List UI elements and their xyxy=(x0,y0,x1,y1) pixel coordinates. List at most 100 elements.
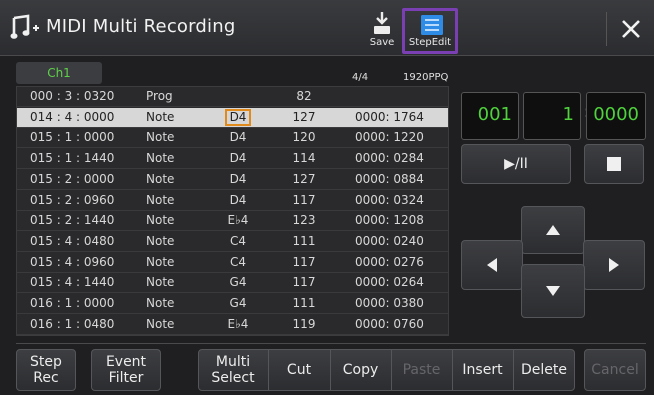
save-icon xyxy=(374,12,390,34)
resolution-label: 1920PPQ xyxy=(403,72,449,83)
delete-button[interactable]: Delete xyxy=(513,349,575,391)
event-type: Note xyxy=(146,192,175,207)
event-row[interactable]: 015 : 2 : 0000 Note D4 127 0000: 0884 xyxy=(17,170,448,190)
event-type: Note xyxy=(146,316,175,331)
event-time: 016 : 1 : 0480 xyxy=(30,316,115,331)
event-list[interactable]: 000 : 3 : 0320 Prog 82 014 : 4 : 0000 Note D4… xyxy=(16,86,449,336)
event-type: Note xyxy=(146,130,175,145)
event-note: G4 xyxy=(229,275,247,290)
event-note: D4 xyxy=(229,151,247,166)
arrow-right-icon xyxy=(609,258,619,272)
music-note-icon xyxy=(10,14,39,39)
stop-icon xyxy=(607,157,621,171)
event-row[interactable]: 000 : 3 : 0320 Prog 82 xyxy=(17,87,448,107)
event-type: Note xyxy=(146,275,175,290)
arrow-left-icon xyxy=(487,258,497,272)
clock-field[interactable]: 0000 xyxy=(586,92,646,140)
event-length: 0000: 0380 xyxy=(355,296,424,310)
page-title: MIDI Multi Recording xyxy=(46,16,236,37)
stepedit-button[interactable]: StepEdit xyxy=(402,8,458,54)
event-value: 127 xyxy=(292,171,316,186)
event-time: 015 : 4 : 1440 xyxy=(30,275,115,290)
event-row[interactable]: 015 : 2 : 1440 Note E♭4 123 0000: 1208 xyxy=(17,211,448,232)
event-type: Note xyxy=(146,296,175,310)
time-signature: 4/4 xyxy=(352,72,369,83)
beat-field[interactable]: 1 xyxy=(523,92,581,140)
event-length: 0000: 0284 xyxy=(355,151,424,166)
measure-field[interactable]: 001 xyxy=(461,92,519,140)
event-note: G4 xyxy=(229,296,247,310)
event-note: E♭4 xyxy=(227,316,249,331)
event-value: 127 xyxy=(292,109,316,124)
arrow-up-icon xyxy=(546,225,560,235)
event-value: 82 xyxy=(296,89,312,103)
event-time: 015 : 4 : 0480 xyxy=(30,233,115,248)
event-note: D4 xyxy=(229,192,247,207)
event-time: 015 : 1 : 1440 xyxy=(30,151,115,166)
save-label: Save xyxy=(369,37,395,48)
cut-button[interactable]: Cut xyxy=(268,349,330,391)
event-length: 0000: 1764 xyxy=(355,109,424,124)
event-length: 0000: 0240 xyxy=(355,233,424,248)
play-pause-button[interactable]: ▶/II xyxy=(461,144,571,184)
insert-button[interactable]: Insert xyxy=(452,349,513,391)
event-type: Note xyxy=(146,151,175,166)
event-note: E♭4 xyxy=(227,213,249,228)
event-row[interactable]: 016 : 1 : 0000 Note G4 111 0000: 0380 xyxy=(17,294,448,314)
event-value: 120 xyxy=(292,130,316,145)
cursor-left-button[interactable] xyxy=(461,240,523,290)
event-row[interactable]: 015 : 4 : 1440 Note G4 117 0000: 0264 xyxy=(17,273,448,294)
event-note: C4 xyxy=(229,254,246,269)
event-type: Note xyxy=(146,233,175,248)
event-time: 014 : 4 : 0000 xyxy=(30,109,115,124)
cursor-right-button[interactable] xyxy=(583,240,645,290)
multi-select-button[interactable]: Multi Select xyxy=(198,349,268,391)
arrow-down-icon xyxy=(546,286,560,296)
paste-button[interactable]: Paste xyxy=(391,349,452,391)
event-value: 114 xyxy=(292,151,316,166)
event-filter-label: Event Filter xyxy=(105,354,147,386)
event-length: 0000: 1220 xyxy=(355,130,424,145)
cursor-up-button[interactable] xyxy=(521,206,585,254)
event-row[interactable]: 015 : 1 : 1440 Note D4 114 0000: 0284 xyxy=(17,149,448,170)
stepedit-icon xyxy=(421,15,443,35)
event-row[interactable]: 014 : 4 : 0000 Note D4 127 0000: 1764 xyxy=(17,107,448,128)
copy-button[interactable]: Copy xyxy=(330,349,391,391)
event-type: Note xyxy=(146,213,175,228)
event-row[interactable]: 015 : 4 : 0480 Note C4 111 0000: 0240 xyxy=(17,232,448,252)
tab-ch1[interactable]: Ch1 xyxy=(16,62,102,84)
event-time: 015 : 1 : 0000 xyxy=(30,130,115,145)
event-row[interactable]: 015 : 2 : 0960 Note D4 117 0000: 0324 xyxy=(17,191,448,211)
title-divider xyxy=(606,12,607,46)
stop-button[interactable] xyxy=(584,144,644,184)
event-value: 117 xyxy=(292,275,316,290)
event-time: 016 : 1 : 0000 xyxy=(30,296,115,310)
event-row[interactable]: 016 : 1 : 0480 Note E♭4 119 0000: 0760 xyxy=(17,315,448,335)
event-time: 015 : 2 : 1440 xyxy=(30,213,115,228)
event-row[interactable]: 015 : 4 : 0960 Note C4 117 0000: 0276 xyxy=(17,253,448,273)
close-icon[interactable] xyxy=(614,12,648,46)
event-length: 0000: 0884 xyxy=(355,171,424,186)
event-value: 111 xyxy=(292,296,316,310)
event-time: 015 : 2 : 0960 xyxy=(30,192,115,207)
event-length: 0000: 0276 xyxy=(355,254,424,269)
step-rec-label: Step Rec xyxy=(30,354,62,386)
cursor-down-button[interactable] xyxy=(521,264,585,318)
event-note: D4 xyxy=(229,130,247,145)
event-type: Prog xyxy=(146,89,173,103)
play-pause-label: ▶/II xyxy=(504,156,528,172)
event-row[interactable]: 015 : 1 : 0000 Note D4 120 0000: 1220 xyxy=(17,128,448,149)
event-length: 0000: 0760 xyxy=(355,316,424,331)
event-value: 111 xyxy=(292,233,316,248)
title-bar: MIDI Multi Recording Save StepEdit xyxy=(0,0,654,56)
event-value: 123 xyxy=(292,213,316,228)
stepedit-label: StepEdit xyxy=(408,37,452,48)
save-button[interactable]: Save xyxy=(365,8,399,52)
event-value: 117 xyxy=(292,192,316,207)
event-note: C4 xyxy=(229,233,246,248)
event-length: 0000: 1208 xyxy=(355,213,424,228)
event-type: Note xyxy=(146,171,175,186)
event-note: D4 xyxy=(225,108,251,126)
event-time: 000 : 3 : 0320 xyxy=(30,89,115,103)
cancel-label: Cancel xyxy=(591,362,639,378)
